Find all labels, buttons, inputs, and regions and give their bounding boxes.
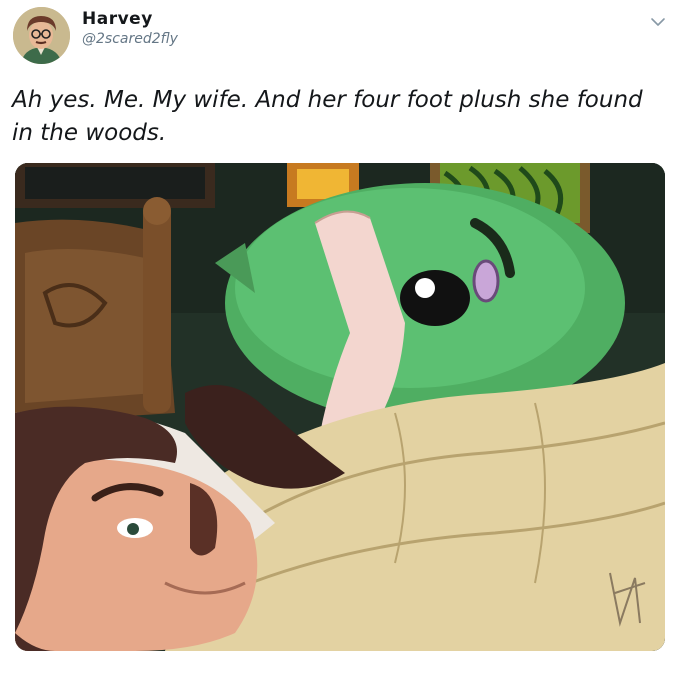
avatar[interactable] — [13, 7, 70, 64]
author-name[interactable]: Harvey — [82, 9, 153, 29]
author-handle[interactable]: @2scared2fly — [82, 31, 178, 47]
bedroom-illustration — [15, 163, 665, 651]
tweet-text: Ah yes. Me. My wife. And her four foot p… — [12, 87, 643, 146]
chevron-down-icon[interactable] — [648, 12, 668, 32]
avatar-illustration — [13, 7, 70, 64]
tweet-media-image[interactable] — [15, 163, 665, 651]
